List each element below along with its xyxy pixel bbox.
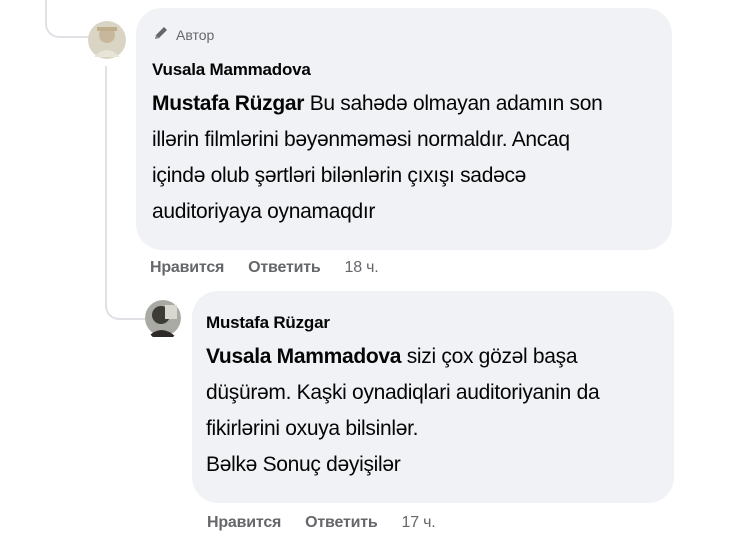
thread-connector — [45, 0, 92, 38]
thread-line — [105, 66, 107, 286]
author-badge: Автор — [152, 24, 214, 45]
avatar[interactable] — [145, 295, 181, 341]
badge-label: Автор — [176, 26, 215, 43]
comment-author[interactable]: Vusala Mammadova — [152, 60, 311, 80]
like-button[interactable]: Нравится — [150, 259, 224, 277]
comment-time[interactable]: 18 ч. — [345, 259, 379, 277]
comment-actions: Нравится Ответить 17 ч. — [207, 514, 436, 532]
comment-text: Mustafa Rüzgar Bu sahədə olmayan adamın … — [152, 92, 603, 223]
comment-text: Vusala Mammadova sizi çox gözəl başa düş… — [206, 345, 600, 476]
reply-connector — [105, 270, 147, 320]
mention-link[interactable]: Mustafa Rüzgar — [152, 92, 304, 115]
comment-actions: Нравится Ответить 18 ч. — [150, 259, 379, 277]
reply-button[interactable]: Ответить — [248, 259, 321, 277]
avatar[interactable] — [88, 17, 126, 63]
comment-time[interactable]: 17 ч. — [402, 514, 436, 532]
mention-link[interactable]: Vusala Mammadova — [206, 345, 401, 368]
reply-button[interactable]: Ответить — [305, 514, 378, 532]
comment-author[interactable]: Mustafa Rüzgar — [206, 313, 330, 333]
reply-bubble: Mustafa Rüzgar Vusala Mammadova sizi çox… — [192, 291, 674, 503]
pencil-icon — [152, 24, 170, 45]
like-button[interactable]: Нравится — [207, 514, 281, 532]
comment-bubble: Автор Vusala Mammadova Mustafa Rüzgar Bu… — [136, 8, 672, 250]
